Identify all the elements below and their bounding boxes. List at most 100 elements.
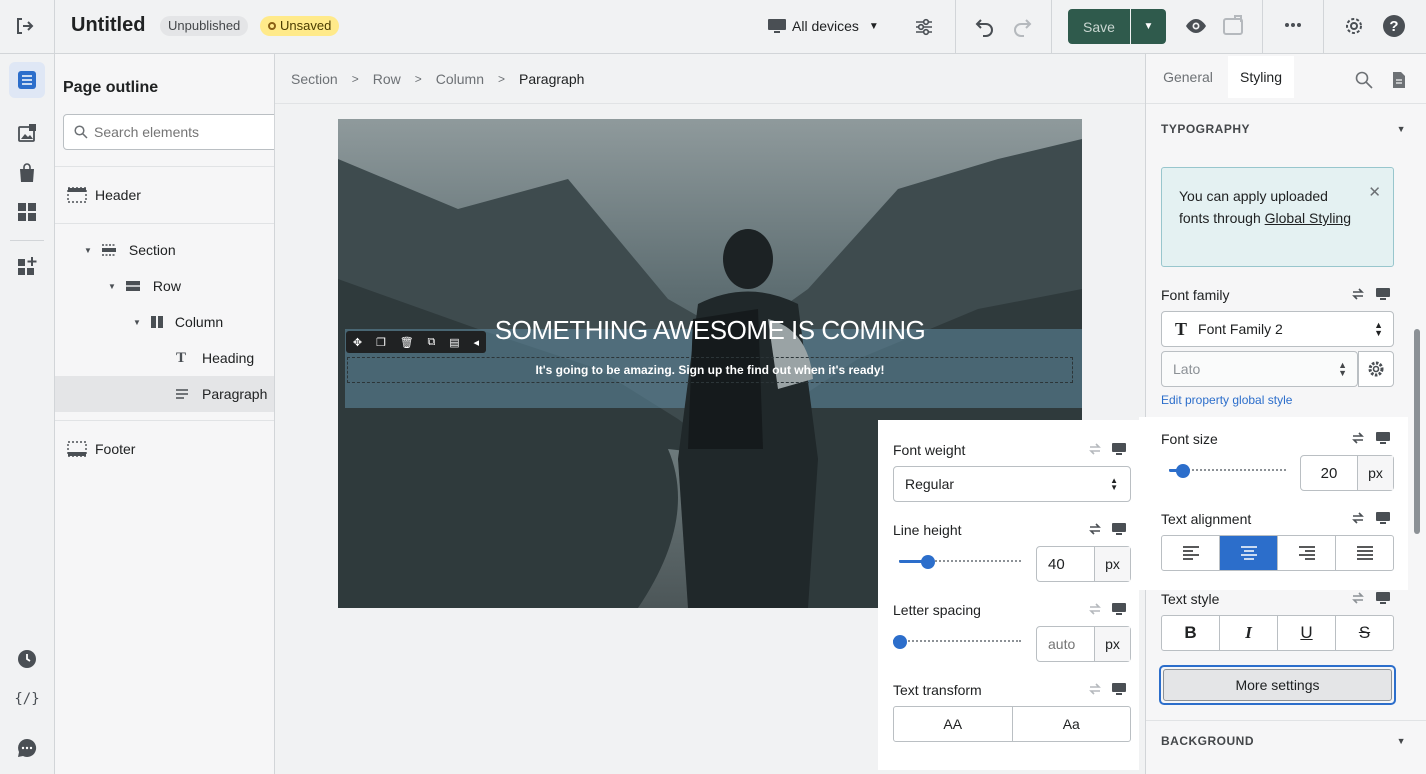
undo-icon[interactable] (973, 15, 997, 39)
breadcrumb-item[interactable]: Section (291, 71, 338, 87)
save-label: Save (1083, 18, 1115, 35)
slider-knob[interactable] (920, 555, 935, 569)
responsive-link-icon[interactable] (1351, 592, 1365, 604)
sliders-icon[interactable] (914, 17, 934, 37)
background-section-header[interactable]: BACKGROUND ▼ (1146, 724, 1416, 758)
desktop-icon[interactable] (1111, 522, 1127, 536)
responsive-link-icon[interactable] (1088, 443, 1102, 455)
more-options-icon[interactable] (1284, 22, 1302, 28)
text-alignment-label: Text alignment (1161, 511, 1252, 527)
responsive-link-icon[interactable] (1351, 512, 1365, 524)
font-variant-value: Lato (1173, 361, 1201, 377)
desktop-icon[interactable] (1111, 442, 1127, 456)
code-button[interactable]: {/} (9, 681, 45, 717)
responsive-link-icon[interactable] (1351, 432, 1365, 444)
desktop-icon[interactable] (1375, 591, 1391, 605)
strikethrough-button[interactable]: S (1336, 616, 1393, 650)
responsive-link-icon[interactable] (1088, 603, 1102, 615)
align-justify-button[interactable] (1336, 536, 1393, 570)
font-weight-select[interactable]: Regular ▲ ▼ (893, 466, 1131, 502)
exit-icon[interactable] (14, 15, 36, 37)
device-select[interactable]: All devices ▼ (767, 15, 879, 37)
desktop-icon[interactable] (1375, 431, 1391, 445)
outline-title: Page outline (63, 79, 159, 96)
align-right-button[interactable] (1278, 536, 1336, 570)
slider-knob[interactable] (1176, 464, 1191, 478)
settings-gear-icon[interactable] (1343, 15, 1365, 37)
font-size-slider[interactable] (1169, 464, 1286, 478)
save-options-button[interactable]: ▼ (1131, 9, 1166, 44)
desktop-icon[interactable] (1111, 682, 1127, 696)
shop-button[interactable] (9, 155, 45, 191)
media-button[interactable] (9, 115, 45, 151)
typography-section-header[interactable]: TYPOGRAPHY ▼ (1146, 110, 1416, 148)
delete-icon[interactable]: 🗑 (400, 336, 414, 349)
chat-button[interactable] (9, 730, 45, 766)
line-height-input[interactable]: 40 px (1036, 546, 1131, 582)
redo-icon[interactable] (1010, 15, 1034, 39)
chat-bubble-icon (18, 738, 37, 757)
search-icon[interactable] (1355, 71, 1373, 89)
hero-paragraph[interactable]: It's going to be amazing. Sign up the fi… (338, 363, 1082, 377)
document-icon[interactable] (1392, 71, 1406, 89)
align-left-button[interactable] (1162, 536, 1220, 570)
outline-item-footer[interactable]: Footer (55, 431, 274, 467)
letter-spacing-value[interactable] (1037, 636, 1094, 652)
breadcrumb-item[interactable]: Column (436, 71, 484, 87)
add-blocks-icon (18, 257, 37, 275)
font-settings-button[interactable] (1358, 351, 1394, 387)
outline-item-row[interactable]: ▼ Row (55, 268, 274, 304)
add-element-button[interactable] (9, 248, 45, 284)
tab-general[interactable]: General (1146, 56, 1230, 98)
underline-button[interactable]: U (1278, 616, 1336, 650)
caret-down-icon: ▼ (1396, 124, 1406, 134)
responsive-link-icon[interactable] (1088, 523, 1102, 535)
move-icon[interactable]: ✥ (353, 336, 362, 349)
panel-scrollbar[interactable] (1414, 329, 1420, 534)
uppercase-button[interactable]: AA (894, 707, 1013, 741)
letter-spacing-input[interactable]: px (1036, 626, 1131, 662)
preview-eye-icon[interactable] (1185, 16, 1207, 36)
desktop-icon[interactable] (1375, 511, 1391, 525)
breadcrumb-item-current: Paragraph (519, 70, 585, 87)
help-icon[interactable]: ? (1383, 15, 1405, 37)
responsive-link-icon[interactable] (1088, 683, 1102, 695)
duplicate-icon[interactable]: ❐ (376, 336, 386, 349)
text-alignment-group (1161, 535, 1394, 571)
global-styling-link[interactable]: Global Styling (1265, 210, 1351, 226)
outline-item-paragraph[interactable]: Paragraph (55, 376, 274, 412)
font-family-select[interactable]: T Font Family 2 ▲ ▼ (1161, 311, 1394, 347)
breadcrumb-item[interactable]: Row (373, 71, 401, 87)
capitalize-button[interactable]: Aa (1013, 707, 1131, 741)
search-elements-field[interactable] (63, 114, 274, 150)
publish-icon[interactable] (1222, 15, 1244, 37)
apps-button[interactable] (9, 194, 45, 230)
italic-button[interactable]: I (1220, 616, 1278, 650)
collapse-left-icon[interactable]: ◂ (473, 336, 479, 349)
page-outline-button[interactable] (9, 62, 45, 98)
copy-icon[interactable]: ⧉ (428, 336, 436, 349)
bold-button[interactable]: B (1162, 616, 1220, 650)
more-settings-button[interactable]: More settings (1159, 665, 1396, 705)
history-button[interactable] (9, 641, 45, 677)
line-height-slider[interactable] (899, 555, 1021, 569)
font-size-input[interactable]: 20 px (1300, 455, 1394, 491)
outline-item-header[interactable]: Header (55, 177, 274, 213)
desktop-icon[interactable] (1375, 287, 1391, 301)
search-input[interactable] (94, 124, 264, 140)
clipboard-icon[interactable]: ▤ (449, 336, 459, 349)
close-icon[interactable]: ✕ (1368, 182, 1381, 204)
align-center-button[interactable] (1220, 536, 1278, 570)
slider-knob[interactable] (893, 635, 907, 649)
outline-item-heading[interactable]: T Heading (55, 340, 274, 376)
save-button[interactable]: Save (1068, 9, 1130, 44)
letter-spacing-slider[interactable] (893, 635, 1021, 649)
desktop-icon[interactable] (1111, 602, 1127, 616)
outline-item-section[interactable]: ▼ Section (55, 232, 274, 268)
outline-item-column[interactable]: ▼ Column (55, 304, 274, 340)
page-outline-panel: Page outline Header ▼ Section ▼ Row ▼ Co… (55, 54, 275, 774)
responsive-link-icon[interactable] (1351, 288, 1365, 300)
font-variant-select[interactable]: Lato ▲ ▼ (1161, 351, 1358, 387)
edit-global-style-link[interactable]: Edit property global style (1161, 393, 1292, 407)
tab-styling[interactable]: Styling (1228, 56, 1294, 98)
